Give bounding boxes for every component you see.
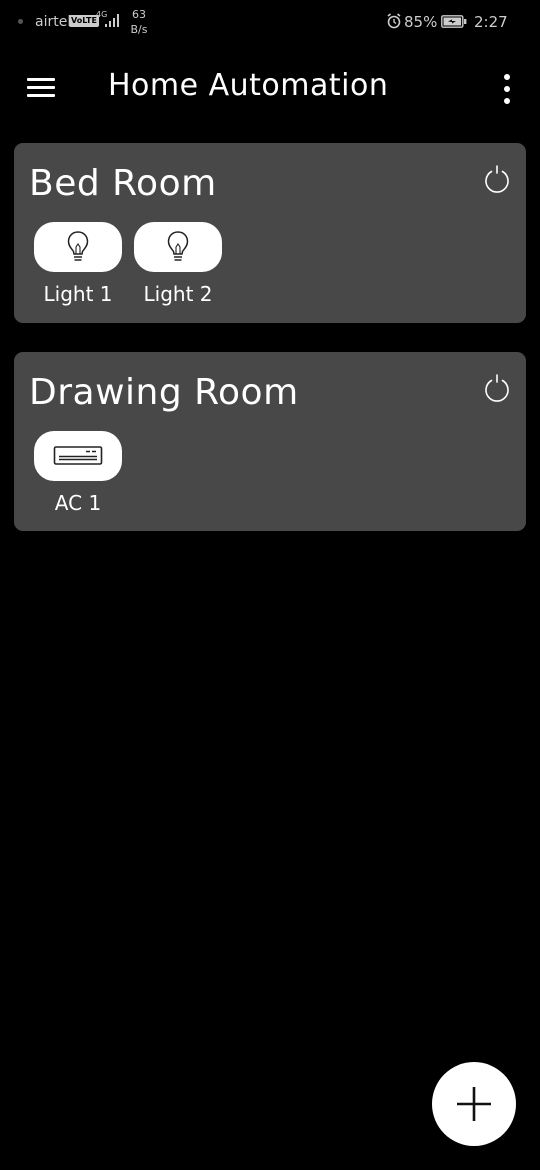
- power-icon[interactable]: [481, 163, 513, 195]
- carrier-name: airtel: [35, 14, 72, 30]
- network-speed-unit: B/s: [130, 23, 148, 36]
- page-title: Home Automation: [108, 68, 389, 103]
- device-light-1: Light 1: [34, 222, 122, 306]
- room-name: Bed Room: [29, 163, 217, 204]
- air-conditioner-icon: [53, 446, 103, 465]
- room-card-bed-room: Bed Room Light 1 Light 2: [14, 143, 526, 323]
- more-vertical-icon[interactable]: [497, 72, 517, 106]
- device-light-2: Light 2: [134, 222, 222, 306]
- network-speed: 63 B/s: [127, 7, 151, 37]
- alarm-icon: [387, 13, 401, 29]
- network-speed-value: 63: [132, 8, 146, 21]
- plus-icon: [457, 1087, 491, 1121]
- room-name: Drawing Room: [29, 372, 299, 413]
- battery-icon: [441, 15, 467, 28]
- room-card-drawing-room: Drawing Room AC 1: [14, 352, 526, 531]
- status-bar: airtel VoLTE 4G 63 B/s 85% 2:27: [0, 0, 540, 46]
- device-label: Light 2: [143, 282, 213, 306]
- volte-badge: VoLTE: [69, 15, 99, 27]
- lightbulb-icon: [67, 231, 89, 261]
- power-icon[interactable]: [481, 372, 513, 404]
- add-button[interactable]: [432, 1062, 516, 1146]
- notification-dot: [18, 19, 23, 24]
- battery-percent: 85%: [404, 13, 438, 31]
- device-toggle-button[interactable]: [34, 431, 122, 481]
- device-toggle-button[interactable]: [134, 222, 222, 272]
- device-label: Light 1: [43, 282, 113, 306]
- hamburger-menu-icon[interactable]: [24, 76, 58, 100]
- device-ac-1: AC 1: [34, 431, 122, 515]
- app-bar: Home Automation: [0, 54, 540, 124]
- device-toggle-button[interactable]: [34, 222, 122, 272]
- lightbulb-icon: [167, 231, 189, 261]
- clock-time: 2:27: [474, 13, 508, 31]
- signal-icon: [105, 14, 119, 27]
- device-label: AC 1: [54, 491, 102, 515]
